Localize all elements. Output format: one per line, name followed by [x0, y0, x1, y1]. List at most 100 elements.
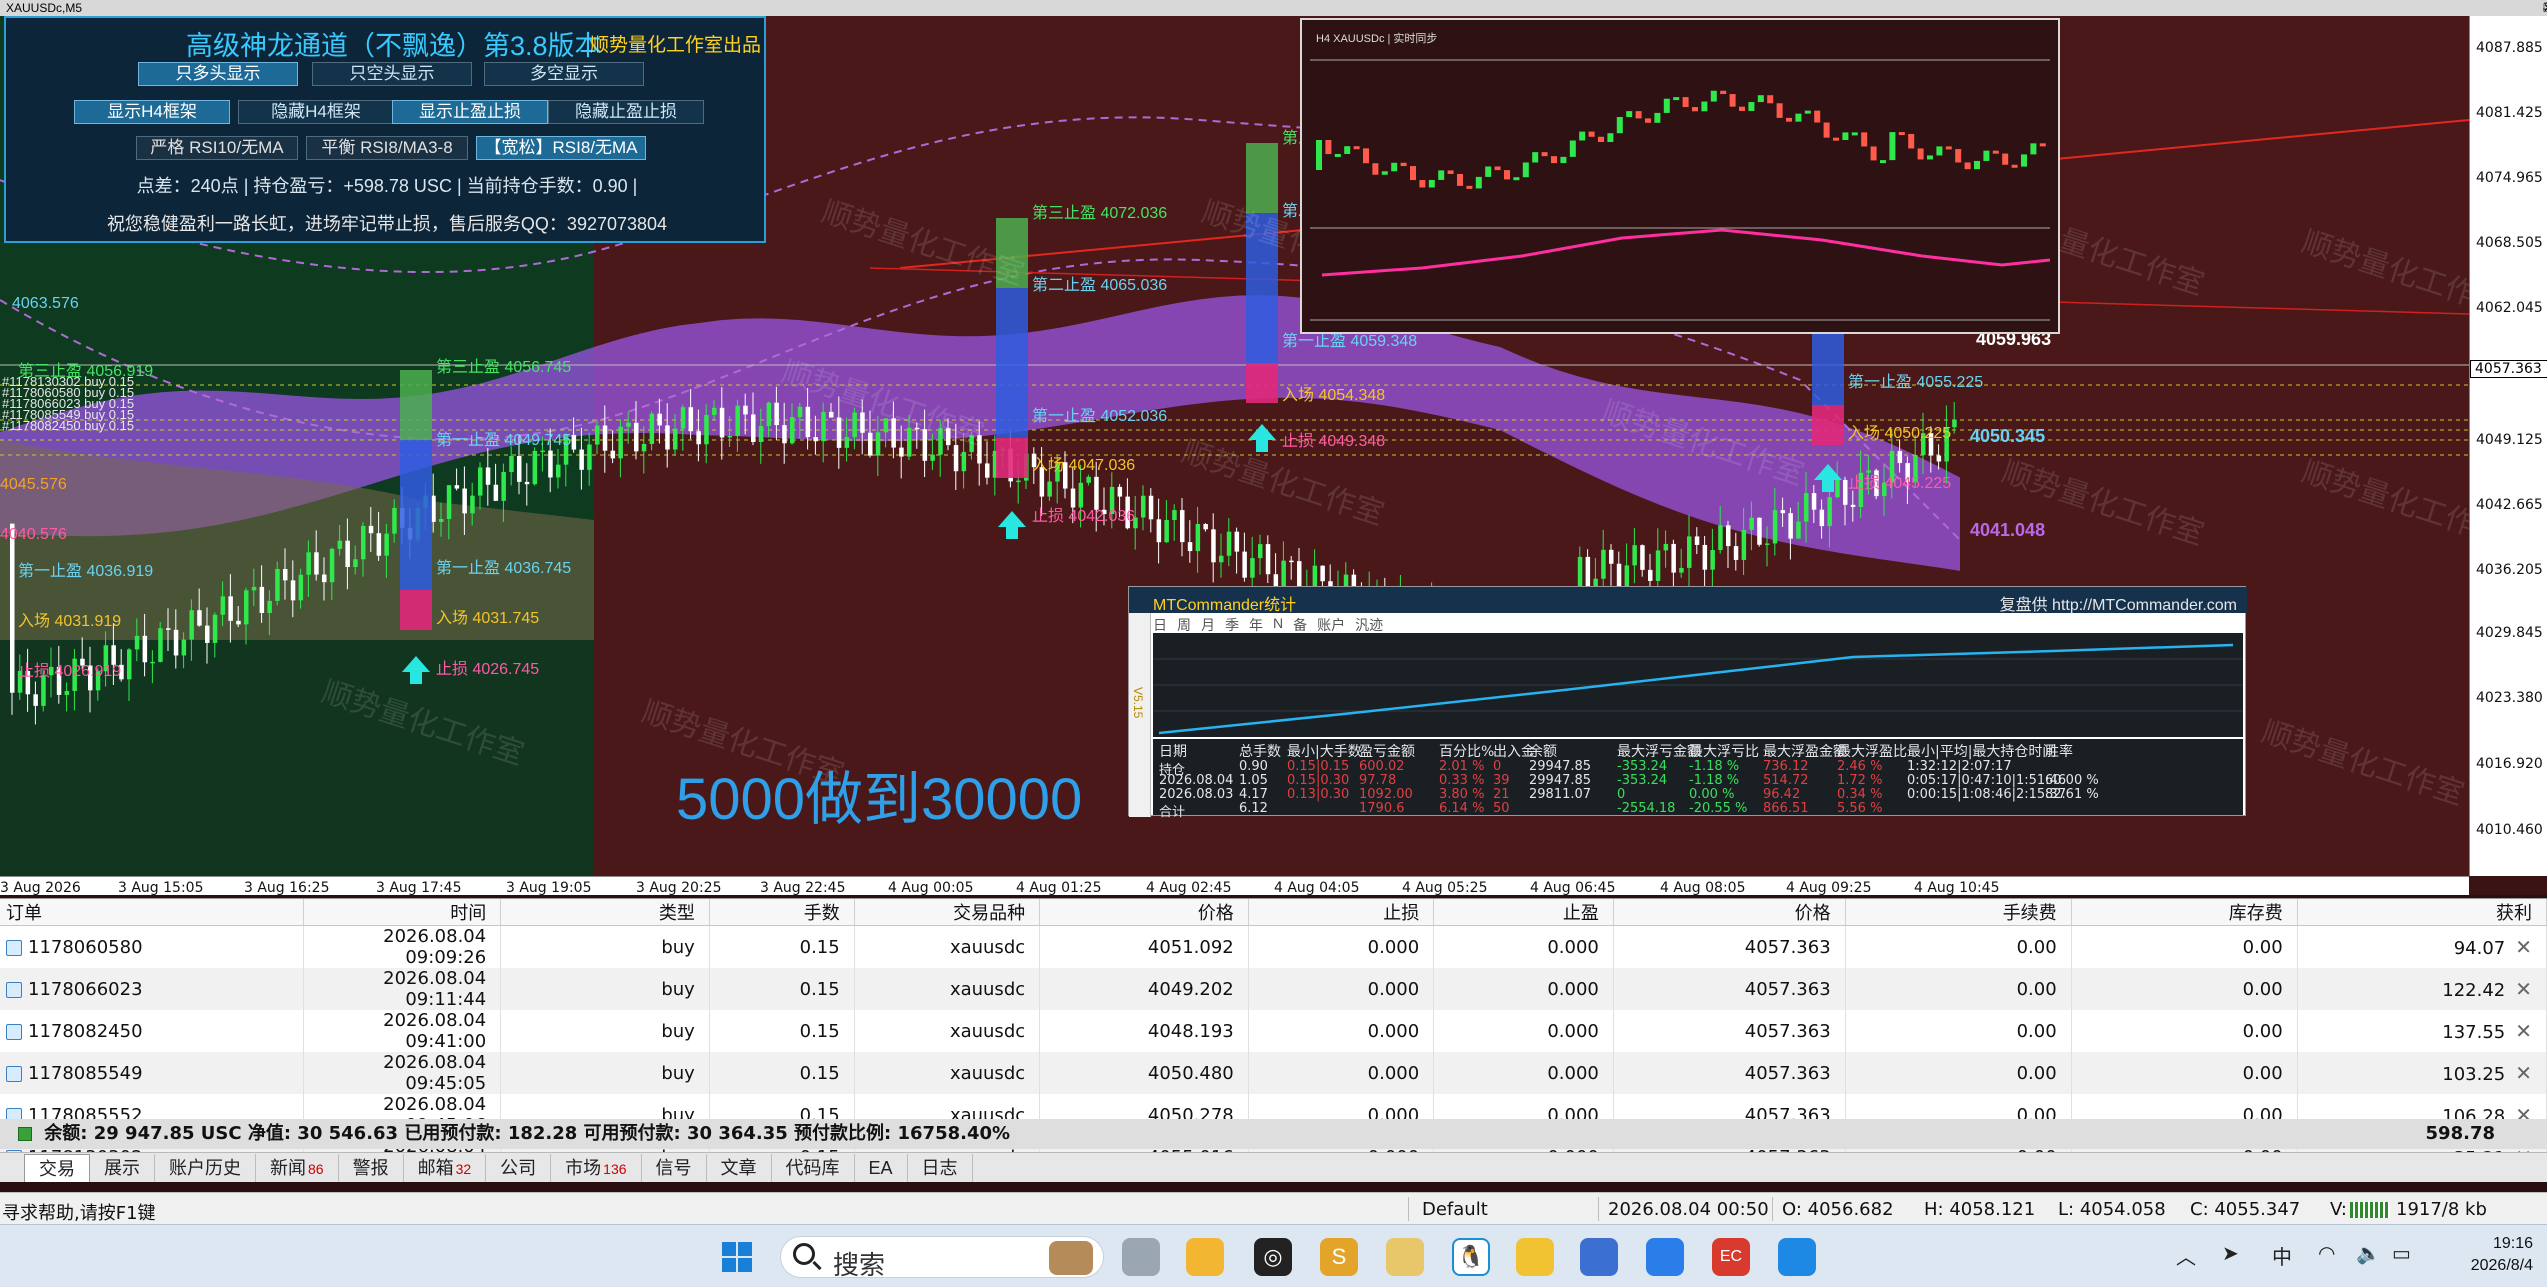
show-h4-frame-button[interactable]: 显示H4框架 [74, 100, 230, 124]
mtc-tab[interactable]: 备 [1293, 615, 1307, 635]
terminal-tab[interactable]: 账户历史 [155, 1153, 256, 1182]
chatgpt-icon[interactable]: ◎ [1254, 1238, 1292, 1276]
short-only-button[interactable]: 只空头显示 [312, 62, 472, 86]
order-cell: 0.15 [709, 968, 855, 1010]
h4-candle [1880, 160, 1886, 164]
column-header[interactable]: 交易品种 [854, 899, 1041, 926]
mtc-url[interactable]: 复盘供 http://MTCommander.com [2000, 591, 2237, 615]
long-only-button[interactable]: 只多头显示 [138, 62, 298, 86]
terminal-tab-label: 新闻 [270, 1157, 306, 1178]
volume-icon[interactable]: 🔈 [2356, 1241, 2381, 1266]
terminal-tab-label: 账户历史 [169, 1157, 241, 1178]
ec-icon[interactable]: EC [1712, 1238, 1750, 1276]
terminal-tab[interactable]: 市场 136 [551, 1153, 642, 1182]
taskbar-search[interactable]: 搜索 [780, 1236, 1104, 1280]
column-header[interactable]: 手数 [709, 899, 855, 926]
price-axis[interactable]: 4087.885 4081.425 4074.965 4068.505 4062.045… [2469, 16, 2547, 876]
close-order-icon[interactable]: ✕ [2515, 1019, 2532, 1043]
ime-indicator[interactable]: 中 [2272, 1241, 2292, 1270]
column-header[interactable]: 类型 [500, 899, 710, 926]
column-header[interactable]: 订单 [0, 899, 305, 926]
terminal-tab[interactable]: 日志 [908, 1153, 973, 1182]
candle-body [1281, 560, 1286, 588]
order-row[interactable]: 1178085549 2026.08.04 09:45:05 buy 0.15 xauu… [0, 1052, 2547, 1094]
close-order-icon[interactable]: ✕ [2515, 1061, 2532, 1085]
mtc-tab[interactable]: 季 [1225, 615, 1239, 635]
mtc-tab[interactable]: N [1273, 615, 1283, 635]
column-header[interactable]: 止损 [1248, 899, 1435, 926]
both-sides-button[interactable]: 多空显示 [484, 62, 644, 86]
terminal-tab[interactable]: 文章 [707, 1153, 772, 1182]
file-explorer-icon[interactable] [1186, 1238, 1224, 1276]
mtc-cell: 1092.00 [1359, 787, 1413, 802]
order-row[interactable]: 1178060580 2026.08.04 09:09:26 buy 0.15 xauu… [0, 925, 2547, 968]
mtc-cell: 1.72 % [1837, 773, 1883, 788]
mode-balanced-button[interactable]: 平衡 RSI8/MA3-8 [306, 136, 468, 160]
order-row[interactable]: 1178066023 2026.08.04 09:11:44 buy 0.15 xauu… [0, 968, 2547, 1010]
terminal-tab[interactable]: EA [855, 1153, 908, 1182]
order-cell: 0.00 [1845, 925, 2072, 968]
notes-icon[interactable] [1386, 1238, 1424, 1276]
mtc-header: MTCommander统计 复盘供 http://MTCommander.com [1129, 587, 2247, 615]
order-row[interactable]: 1178082450 2026.08.04 09:41:00 buy 0.15 xauu… [0, 1010, 2547, 1052]
tray-expand-icon[interactable]: ︿ [2176, 1241, 2196, 1270]
close-order-icon[interactable]: ✕ [2515, 977, 2532, 1001]
close-order-icon[interactable]: ✕ [2515, 935, 2532, 959]
h4-candle [1795, 113, 1802, 122]
order-cell: 0.15 [709, 1052, 855, 1094]
status-profile[interactable]: Default [1422, 1199, 1488, 1220]
taskbar-clock[interactable]: 19:16 2026/8/4 [2471, 1233, 2533, 1277]
close-icon[interactable]: ✕ [2543, 1, 2547, 15]
terminal-tab[interactable]: 代码库 [772, 1153, 855, 1182]
candle-body [1679, 567, 1684, 573]
candle-body [595, 425, 600, 445]
start-icon[interactable] [718, 1238, 756, 1276]
column-header[interactable]: 手续费 [1845, 899, 2072, 926]
terminal-tab[interactable]: 公司 [486, 1153, 552, 1182]
wps-icon[interactable]: S [1320, 1238, 1358, 1276]
column-header[interactable]: 价格 [1039, 899, 1249, 926]
column-header[interactable]: 获利 [2297, 899, 2547, 926]
mtc-tab[interactable]: 日 [1153, 615, 1167, 635]
column-header[interactable]: 时间 [303, 899, 502, 926]
wifi-icon[interactable]: ◠ [2318, 1241, 2335, 1266]
mtc-tab[interactable]: 汎迹 [1355, 615, 1383, 635]
candle-body [478, 467, 483, 496]
terminal-tab[interactable]: 新闻 86 [256, 1153, 339, 1182]
candle-body [212, 614, 218, 643]
candle-body [860, 412, 865, 433]
metatrader-icon[interactable] [1646, 1238, 1684, 1276]
chart-title-bar: XAUUSDc,M5 — ❐ ✕ [0, 0, 2547, 16]
mtc-tab[interactable]: 周 [1177, 615, 1191, 635]
terminal-tab[interactable]: 交易 [24, 1153, 90, 1182]
terminal-tab[interactable]: 警报 [339, 1153, 404, 1182]
price-chart[interactable]: 第三止盈 4056.745 第一止盈 4049.745 第一止盈 4036.745 入… [0, 0, 2547, 895]
mtc-tab[interactable]: 年 [1249, 615, 1263, 635]
candle-body [985, 463, 990, 478]
column-header[interactable]: 库存费 [2071, 899, 2298, 926]
terminal-tab[interactable]: 信号 [642, 1153, 707, 1182]
time-axis[interactable]: 3 Aug 2026 3 Aug 15:05 3 Aug 16:25 3 Aug 17… [0, 876, 2469, 895]
mode-loose-button[interactable]: 【宽松】RSI8/无MA [476, 136, 646, 160]
terminal-tab[interactable]: 展示 [90, 1153, 155, 1182]
task-view-icon[interactable] [1122, 1238, 1160, 1276]
battery-icon[interactable]: ▭ [2392, 1241, 2411, 1266]
money-icon[interactable] [1516, 1238, 1554, 1276]
chip-icon[interactable] [1580, 1238, 1618, 1276]
column-header[interactable]: 止盈 [1433, 899, 1614, 926]
edge-icon[interactable] [1778, 1238, 1816, 1276]
hide-h4-frame-button[interactable]: 隐藏H4框架 [238, 100, 394, 124]
location-icon[interactable]: ➤ [2222, 1241, 2239, 1266]
mode-strict-button[interactable]: 严格 RSI10/无MA [136, 136, 298, 160]
h4-candle [1645, 118, 1651, 123]
candle-body [376, 533, 382, 556]
terminal-tab[interactable]: 邮箱 32 [404, 1153, 487, 1182]
mtc-tab[interactable]: 月 [1201, 615, 1215, 635]
qq-icon[interactable]: 🐧 [1452, 1238, 1490, 1276]
hide-tp-sl-button[interactable]: 隐藏止盈止损 [548, 100, 704, 124]
column-header[interactable]: 价格 [1613, 899, 1846, 926]
order-cell: 0.00 [2071, 1010, 2298, 1052]
show-tp-sl-button[interactable]: 显示止盈止损 [392, 100, 548, 124]
mtc-tab[interactable]: 账户 [1317, 615, 1345, 635]
h4-candle [1626, 111, 1633, 118]
